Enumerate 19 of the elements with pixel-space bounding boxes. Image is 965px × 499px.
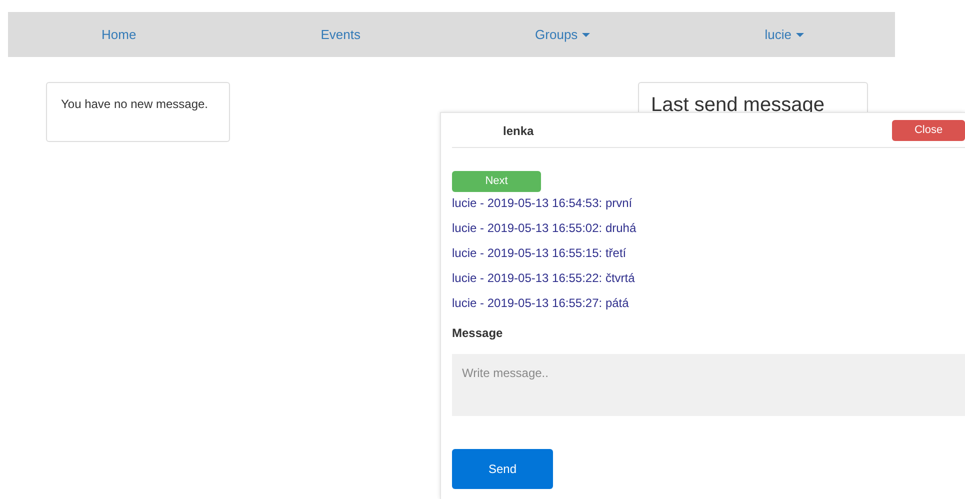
send-button[interactable]: Send <box>452 449 553 489</box>
caret-icon <box>582 32 590 36</box>
message-field[interactable]: Write message.. <box>452 354 965 416</box>
nav-link[interactable]: lucie <box>764 24 804 44</box>
caret-icon <box>796 32 804 36</box>
next-button[interactable]: Next <box>452 171 541 192</box>
recipient-name: lenka <box>503 122 534 140</box>
close-button[interactable]: Close <box>892 120 965 141</box>
nav-link[interactable]: Home <box>102 24 136 44</box>
message-label: Message <box>452 325 504 342</box>
card-title: Last send message <box>651 93 826 118</box>
nav-link[interactable]: Events <box>320 24 360 44</box>
chat-message: lucie - 2019-05-13 16:55:15: třetí <box>452 245 628 262</box>
chat-message: lucie - 2019-05-13 16:55:02: druhá <box>452 220 638 237</box>
chat-message: lucie - 2019-05-13 16:55:22: čtvrtá <box>452 270 636 287</box>
no-message-text: You have no new message. <box>61 96 209 113</box>
chat-message: lucie - 2019-05-13 16:54:53: první <box>452 195 634 212</box>
nav-link[interactable]: Groups <box>535 24 590 44</box>
chat-message: lucie - 2019-05-13 16:55:27: pátá <box>452 295 630 312</box>
